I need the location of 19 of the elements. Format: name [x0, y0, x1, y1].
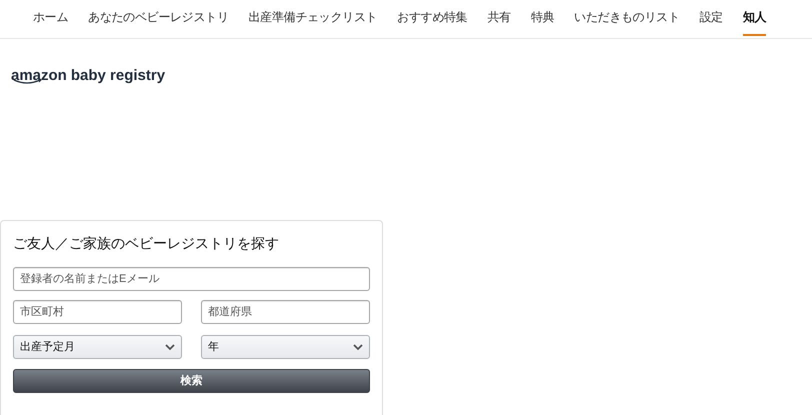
nav-tab[interactable]: 出産準備チェックリスト — [248, 0, 378, 36]
city-field[interactable]: 市区町村 — [13, 300, 182, 324]
nav-tab[interactable]: 設定 — [700, 0, 723, 36]
nav-tab[interactable]: おすすめ特集 — [397, 0, 468, 36]
chevron-down-icon — [353, 344, 363, 350]
nav-tab[interactable]: 特典 — [530, 0, 554, 36]
nav-tab[interactable]: あなたのベビーレジストリ — [88, 0, 229, 36]
year-select[interactable]: 年 — [201, 335, 370, 359]
nav-tab[interactable]: 共有 — [487, 0, 511, 36]
chevron-down-icon — [165, 344, 175, 350]
search-button[interactable]: 検索 — [13, 369, 370, 393]
prefecture-field[interactable]: 都道府県 — [201, 300, 370, 324]
nav-tab[interactable]: ホーム — [33, 0, 68, 36]
logo: amazon baby registry — [11, 66, 166, 86]
card-title: ご友人／ご家族のベビーレジストリを探す — [13, 234, 280, 253]
nav-tab[interactable]: いただきものリスト — [574, 0, 680, 36]
name-field[interactable]: 登録者の名前またはEメール — [13, 267, 370, 291]
month-select[interactable]: 出産予定月 — [13, 335, 182, 359]
nav-tab[interactable]: 知人 — [742, 0, 766, 36]
